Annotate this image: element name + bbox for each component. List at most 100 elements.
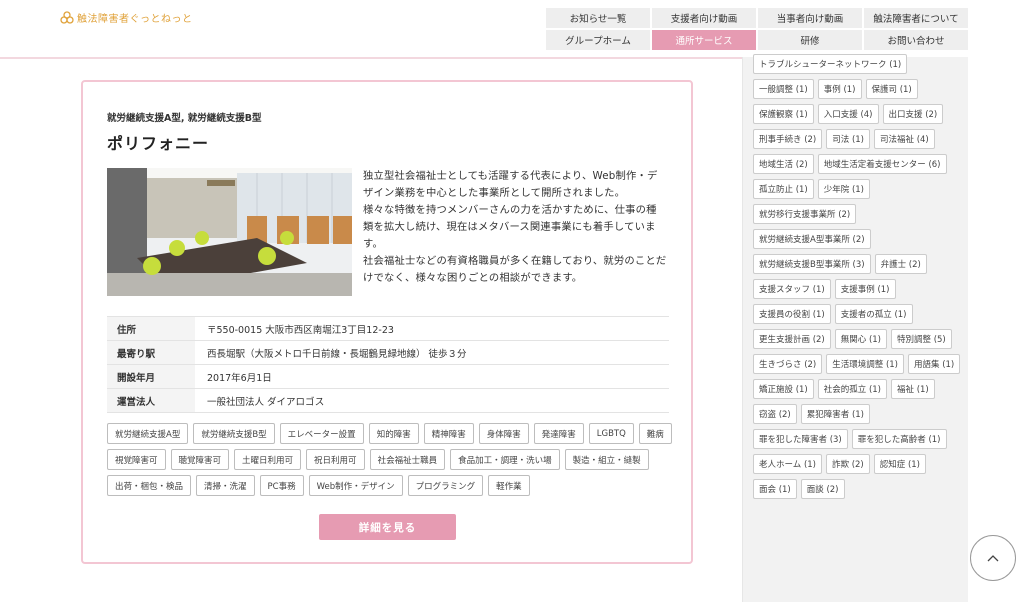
- service-tag[interactable]: 祝日利用可: [306, 449, 365, 470]
- info-row-station: 最寄り駅 西長堀駅（大阪メトロ千日前線・長堀鶴見緑地線） 徒歩３分: [107, 340, 669, 365]
- nav-item[interactable]: 通所サービス: [652, 30, 756, 50]
- flower-logo-icon: [60, 10, 74, 24]
- site-logo-text: 触法障害者ぐっとねっと: [77, 14, 193, 25]
- nav-item[interactable]: 当事者向け動画: [758, 8, 862, 28]
- sidebar-tag[interactable]: 老人ホーム (1): [753, 454, 822, 474]
- service-tag[interactable]: 土曜日利用可: [234, 449, 302, 470]
- nav-item[interactable]: お問い合わせ: [864, 30, 968, 50]
- sidebar-tag[interactable]: 司法福祉 (4): [874, 129, 935, 149]
- sidebar-tag[interactable]: 保護司 (1): [865, 79, 918, 99]
- service-tag[interactable]: 精神障害: [423, 423, 474, 444]
- sidebar-tag[interactable]: 社会的孤立 (1): [817, 379, 887, 399]
- view-details-button[interactable]: 詳細を見る: [319, 514, 456, 540]
- sidebar-tag[interactable]: 事例 (1): [817, 79, 862, 99]
- header-divider: [0, 57, 742, 59]
- description-paragraph: 独立型社会福祉士としても活躍する代表により、Web制作・デザイン業務を中心とした…: [363, 170, 658, 199]
- info-value: 一般社団法人 ダイアロゴス: [195, 388, 669, 413]
- info-value: 西長堀駅（大阪メトロ千日前線・長堀鶴見緑地線） 徒歩３分: [195, 340, 669, 365]
- chevron-up-icon: [987, 555, 999, 562]
- sidebar-tag[interactable]: 窃盗 (2): [753, 404, 797, 424]
- info-key: 住所: [107, 316, 195, 341]
- service-tag[interactable]: PC事務: [259, 475, 304, 496]
- back-to-top-button[interactable]: [970, 535, 1016, 581]
- sidebar-tag[interactable]: 少年院 (1): [817, 179, 870, 199]
- service-info-table: 住所 〒550-0015 大阪市西区南堀江3丁目12-23 最寄り駅 西長堀駅（…: [107, 316, 669, 413]
- service-tag[interactable]: 就労継続支援A型: [107, 423, 189, 444]
- sidebar-tag[interactable]: トラブルシューターネットワーク (1): [753, 54, 908, 74]
- sidebar-tag[interactable]: 地域生活定着支援センター (6): [817, 154, 947, 174]
- service-tag[interactable]: 社会福祉士職員: [369, 449, 446, 470]
- description-paragraph: 社会福祉士などの有資格職員が多く在籍しており、就労のことだけでなく、様々な困りご…: [363, 255, 667, 284]
- sidebar-tag[interactable]: 福祉 (1): [891, 379, 935, 399]
- service-tag[interactable]: 清掃・洗濯: [196, 475, 255, 496]
- info-value: 〒550-0015 大阪市西区南堀江3丁目12-23: [195, 316, 669, 341]
- nav-item[interactable]: 触法障害者について: [864, 8, 968, 28]
- sidebar-tag[interactable]: 更生支援計画 (2): [753, 329, 831, 349]
- sidebar-tag[interactable]: 面会 (1): [753, 479, 797, 499]
- nav-item[interactable]: お知らせ一覧: [546, 8, 650, 28]
- sidebar-tag[interactable]: 生きづらさ (2): [753, 354, 823, 374]
- sidebar-tag[interactable]: 就労継続支援A型事業所 (2): [753, 229, 871, 249]
- sidebar-tag[interactable]: 刑事手続き (2): [753, 129, 823, 149]
- sidebar-tag[interactable]: 用語集 (1): [908, 354, 961, 374]
- service-tag[interactable]: LGBTQ: [588, 423, 634, 444]
- sidebar-tag-cloud: トラブルシューターネットワーク (1) 一般調整 (1) 事例 (1) 保護司 (1)…: [753, 54, 963, 499]
- service-description: 独立型社会福祉士としても活躍する代表により、Web制作・デザイン業務を中心とした…: [363, 168, 667, 287]
- service-tag[interactable]: 就労継続支援B型: [193, 423, 275, 444]
- service-tag[interactable]: 軽作業: [488, 475, 530, 496]
- global-nav: お知らせ一覧 支援者向け動画 当事者向け動画 触法障害者についてグループホーム 通所サー…: [546, 8, 968, 50]
- service-tag[interactable]: プログラミング: [407, 475, 484, 496]
- service-tag[interactable]: 食品加工・調理・洗い場: [450, 449, 560, 470]
- service-tag[interactable]: 視覚障害可: [107, 449, 166, 470]
- nav-item[interactable]: グループホーム: [546, 30, 650, 50]
- service-tag[interactable]: 聴覚障害可: [170, 449, 230, 470]
- service-tag[interactable]: エレベーター設置: [279, 423, 364, 444]
- service-tag[interactable]: 難病: [638, 423, 672, 444]
- office-photo: [107, 168, 352, 296]
- site-logo[interactable]: 触法障害者ぐっとねっと: [60, 10, 193, 25]
- service-tag[interactable]: 出荷・梱包・検品: [107, 475, 192, 496]
- sidebar-tag[interactable]: 保護観察 (1): [753, 104, 814, 124]
- sidebar-tag[interactable]: 無関心 (1): [834, 329, 887, 349]
- sidebar-tag[interactable]: 支援スタッフ (1): [753, 279, 831, 299]
- sidebar-tag[interactable]: 支援員の役割 (1): [753, 304, 831, 324]
- sidebar-tag[interactable]: 認知症 (1): [873, 454, 926, 474]
- service-card: 就労継続支援A型, 就労継続支援B型 ポリフォニー 独立型社会福祉士としても活躍…: [81, 80, 693, 564]
- sidebar-tag[interactable]: 特別調整 (5): [891, 329, 952, 349]
- nav-item[interactable]: 研修: [758, 30, 862, 50]
- service-title[interactable]: ポリフォニー: [107, 130, 209, 154]
- service-tag[interactable]: 知的障害: [368, 423, 419, 444]
- service-tag[interactable]: Web制作・デザイン: [308, 475, 403, 496]
- sidebar-tag[interactable]: 面談 (2): [800, 479, 845, 499]
- sidebar-tag[interactable]: 累犯障害者 (1): [800, 404, 870, 424]
- sidebar-tag[interactable]: 生活環境調整 (1): [826, 354, 904, 374]
- description-paragraph: 様々な特徴を持つメンバーさんの力を活かすために、仕事の種類を拡大し続け、現在はメ…: [363, 204, 657, 250]
- info-row-operator: 運営法人 一般社団法人 ダイアロゴス: [107, 388, 669, 413]
- sidebar-tag[interactable]: 支援者の孤立 (1): [834, 304, 913, 324]
- sidebar-tag[interactable]: 就労移行支援事業所 (2): [753, 204, 857, 224]
- sidebar-tag[interactable]: 罪を犯した高齢者 (1): [851, 429, 947, 449]
- service-tag[interactable]: 発達障害: [533, 423, 584, 444]
- office-photo-illustration: [107, 168, 352, 296]
- sidebar-tag[interactable]: 矯正施設 (1): [753, 379, 814, 399]
- sidebar-tag[interactable]: 孤立防止 (1): [753, 179, 814, 199]
- sidebar-tag[interactable]: 支援事例 (1): [834, 279, 896, 299]
- info-key: 開設年月: [107, 364, 195, 389]
- info-value: 2017年6月1日: [195, 364, 669, 389]
- info-key: 運営法人: [107, 388, 195, 413]
- sidebar-tag[interactable]: 一般調整 (1): [753, 79, 814, 99]
- nav-item[interactable]: 支援者向け動画: [652, 8, 756, 28]
- sidebar-tag[interactable]: 詐欺 (2): [826, 454, 870, 474]
- info-row-opened: 開設年月 2017年6月1日: [107, 364, 669, 389]
- sidebar-tag[interactable]: 罪を犯した障害者 (3): [753, 429, 848, 449]
- service-tag[interactable]: 製造・組立・縫製: [564, 449, 649, 470]
- service-tag[interactable]: 身体障害: [478, 423, 529, 444]
- sidebar-tag[interactable]: 就労継続支援B型事業所 (3): [753, 254, 871, 274]
- sidebar-tag[interactable]: 地域生活 (2): [753, 154, 814, 174]
- sidebar-tag[interactable]: 出口支援 (2): [882, 104, 944, 124]
- service-category: 就労継続支援A型, 就労継続支援B型: [107, 113, 262, 124]
- sidebar-tag[interactable]: 弁護士 (2): [874, 254, 927, 274]
- sidebar-tag[interactable]: 入口支援 (4): [817, 104, 879, 124]
- sidebar-tag[interactable]: 司法 (1): [826, 129, 870, 149]
- info-row-address: 住所 〒550-0015 大阪市西区南堀江3丁目12-23: [107, 316, 669, 341]
